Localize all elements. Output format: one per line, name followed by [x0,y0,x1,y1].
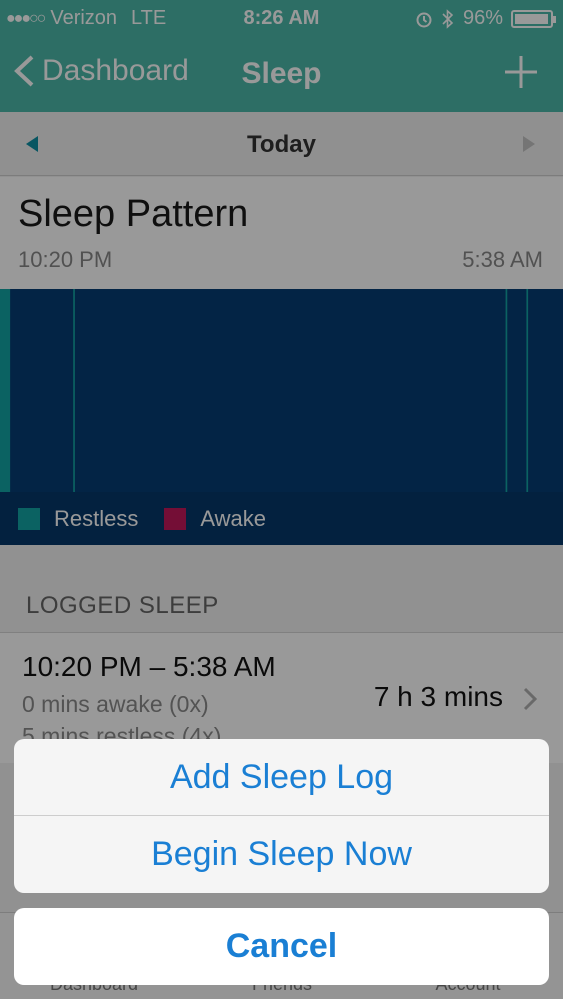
add-sleep-log-button[interactable]: Add Sleep Log [14,739,549,816]
begin-sleep-now-button[interactable]: Begin Sleep Now [14,816,549,893]
action-sheet: Add Sleep Log Begin Sleep Now [14,739,549,893]
cancel-button[interactable]: Cancel [14,908,549,985]
